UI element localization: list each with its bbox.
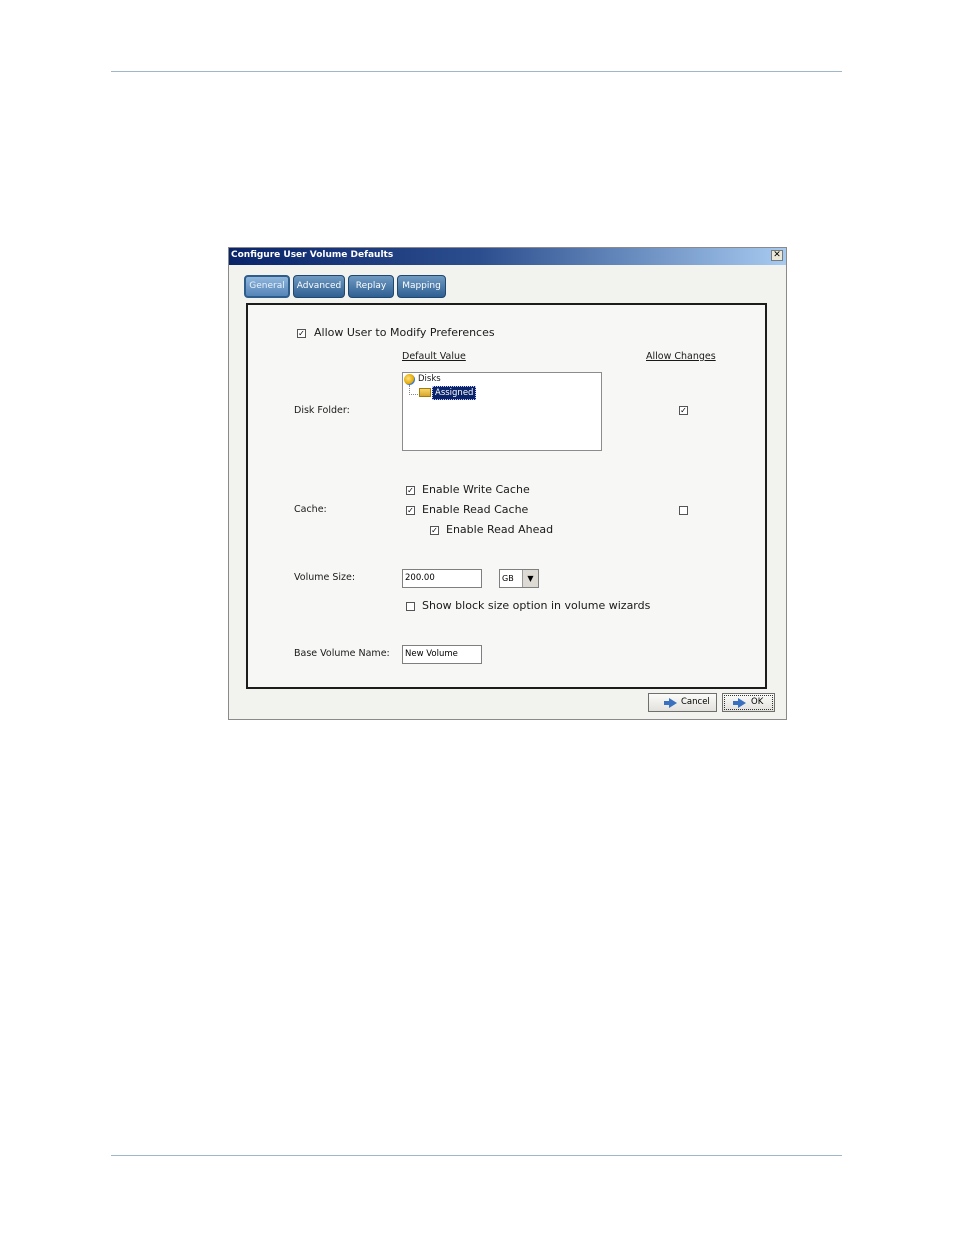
cache-allow-changes-checkbox[interactable] [679, 506, 688, 515]
tab-replay[interactable]: Replay [348, 275, 394, 298]
assigned-folder-icon [419, 388, 431, 397]
read-cache-checkbox[interactable]: ✓ [406, 506, 415, 515]
volume-size-input[interactable]: 200.00 [402, 569, 482, 588]
write-cache-label: Enable Write Cache [422, 483, 530, 496]
close-icon[interactable]: ✕ [771, 250, 783, 261]
base-volume-name-label: Base Volume Name: [294, 648, 390, 659]
write-cache-checkbox[interactable]: ✓ [406, 486, 415, 495]
configure-user-volume-defaults-dialog: Configure User Volume Defaults ✕ General… [228, 247, 787, 720]
show-block-size-label: Show block size option in volume wizards [422, 599, 651, 612]
cancel-label: Cancel [681, 697, 710, 707]
general-panel: ✓ Allow User to Modify Preferences Defau… [246, 303, 767, 689]
chevron-down-icon[interactable]: ▼ [522, 570, 538, 587]
show-block-size-checkbox[interactable] [406, 602, 415, 611]
disk-folder-tree[interactable]: Disks Assigned [402, 372, 602, 451]
allow-changes-header: Allow Changes [646, 351, 716, 362]
cancel-button[interactable]: Cancel [648, 693, 717, 712]
unit-value: GB [502, 574, 514, 583]
bottom-rule [111, 1155, 842, 1156]
disk-folder-allow-changes-checkbox[interactable]: ✓ [679, 406, 688, 415]
read-ahead-checkbox[interactable]: ✓ [430, 526, 439, 535]
volume-size-unit-select[interactable]: GB ▼ [499, 569, 539, 588]
dialog-title: Configure User Volume Defaults [231, 250, 394, 260]
read-ahead-label: Enable Read Ahead [446, 523, 554, 536]
cache-label: Cache: [294, 504, 327, 515]
ok-button[interactable]: OK [722, 693, 775, 712]
default-value-header: Default Value [402, 351, 466, 362]
tree-node-disks[interactable]: Disks [418, 374, 441, 384]
arrow-right-icon [733, 698, 746, 708]
tree-node-assigned[interactable]: Assigned [432, 386, 477, 400]
arrow-right-icon [664, 698, 677, 708]
dialog-titlebar: Configure User Volume Defaults ✕ [229, 248, 786, 265]
ok-label: OK [751, 697, 764, 707]
allow-modify-checkbox[interactable]: ✓ [297, 329, 306, 338]
tab-general[interactable]: General [244, 275, 290, 298]
allow-modify-label: Allow User to Modify Preferences [314, 326, 495, 339]
top-rule [111, 71, 842, 72]
tree-connector [409, 385, 418, 395]
disks-folder-icon [404, 374, 415, 385]
read-cache-label: Enable Read Cache [422, 503, 529, 516]
base-volume-name-input[interactable]: New Volume [402, 645, 482, 664]
volume-size-label: Volume Size: [294, 572, 356, 583]
tab-mapping[interactable]: Mapping [397, 275, 446, 298]
disk-folder-label: Disk Folder: [294, 405, 350, 416]
tab-advanced[interactable]: Advanced [293, 275, 345, 298]
